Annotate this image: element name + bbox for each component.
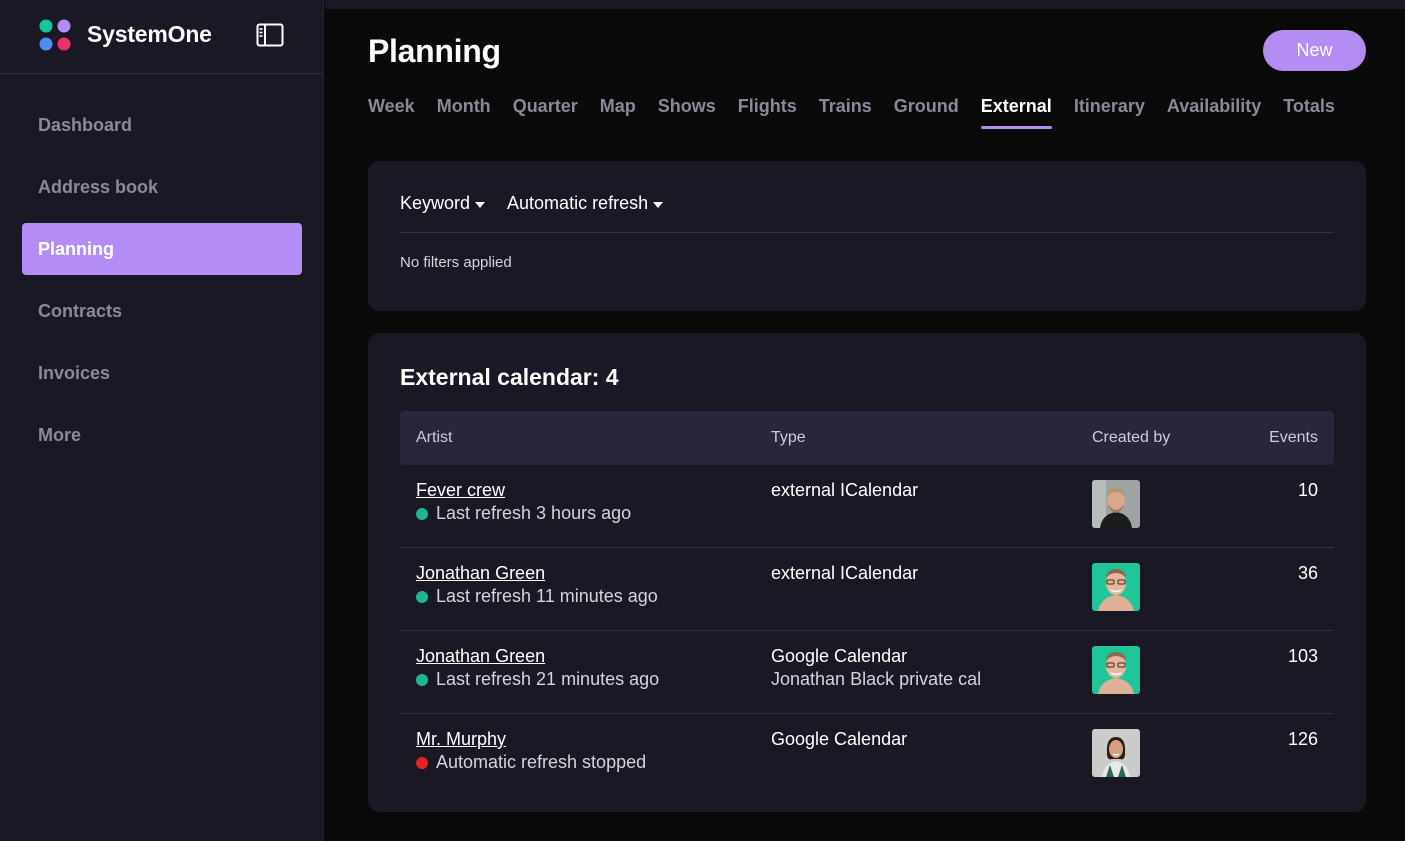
planning-tabs: Week Month Quarter Map Shows Flights Tra… <box>368 96 1357 129</box>
top-strip <box>325 0 1405 9</box>
sidebar-item-invoices[interactable]: Invoices <box>22 347 302 399</box>
artist-link[interactable]: Fever crew <box>416 480 505 501</box>
refresh-status-text: Last refresh 21 minutes ago <box>436 669 660 689</box>
table-title: External calendar: 4 <box>400 364 619 390</box>
sidebar: SystemOne Dashboard Address book Plannin… <box>0 0 324 841</box>
table-header: Artist Type Created by Events <box>400 411 1334 465</box>
status-ok-icon <box>416 507 428 520</box>
refresh-status: Last refresh 11 minutes ago <box>416 586 658 607</box>
tab-week[interactable]: Week <box>368 96 415 129</box>
filter-row: Keyword Automatic refresh <box>400 193 685 214</box>
calendar-type: Google Calendar <box>771 729 908 749</box>
caret-down-icon <box>653 201 664 208</box>
filter-card: Keyword Automatic refresh No filters app… <box>368 161 1366 311</box>
table-row: Jonathan Green Last refresh 21 minutes a… <box>400 631 1334 714</box>
column-header-created-by[interactable]: Created by <box>1092 429 1170 447</box>
tab-month[interactable]: Month <box>437 96 491 129</box>
brand-header: SystemOne <box>0 0 323 74</box>
sidebar-item-dashboard[interactable]: Dashboard <box>22 99 302 151</box>
status-error-icon <box>416 756 428 769</box>
tab-shows[interactable]: Shows <box>658 96 716 129</box>
external-calendar-card: External calendar: 4 Artist Type Created… <box>368 333 1366 812</box>
refresh-status-text: Automatic refresh stopped <box>436 752 647 772</box>
tab-flights[interactable]: Flights <box>738 96 797 129</box>
table-body: Fever crew Last refresh 3 hours ago exte… <box>400 465 1334 797</box>
sidebar-item-address-book[interactable]: Address book <box>22 161 302 213</box>
event-count: 103 <box>1287 646 1318 666</box>
brand-name: SystemOne <box>87 21 212 47</box>
status-ok-icon <box>416 590 428 603</box>
refresh-status: Automatic refresh stopped <box>416 752 646 773</box>
tab-trains[interactable]: Trains <box>819 96 872 129</box>
systemone-logo-icon[interactable] <box>38 18 72 52</box>
calendar-type: external ICalendar <box>771 563 919 583</box>
avatar <box>1092 729 1140 777</box>
calendar-type: external ICalendar <box>771 480 919 500</box>
tab-availability[interactable]: Availability <box>1167 96 1261 129</box>
caret-down-icon <box>475 201 486 208</box>
new-button[interactable]: New <box>1263 30 1366 71</box>
refresh-status-text: Last refresh 11 minutes ago <box>436 586 658 606</box>
column-header-type[interactable]: Type <box>771 429 806 447</box>
event-count: 126 <box>1287 729 1318 749</box>
artist-link[interactable]: Jonathan Green <box>416 563 545 584</box>
divider <box>400 232 1334 233</box>
event-count: 36 <box>1297 563 1318 583</box>
avatar <box>1092 646 1140 694</box>
tab-itinerary[interactable]: Itinerary <box>1074 96 1145 129</box>
sidebar-item-contracts[interactable]: Contracts <box>22 285 302 337</box>
calendar-name: Jonathan Black private cal <box>771 669 982 689</box>
app-root: SystemOne Dashboard Address book Plannin… <box>0 0 1405 841</box>
tab-totals[interactable]: Totals <box>1283 96 1335 129</box>
refresh-status-text: Last refresh 3 hours ago <box>436 503 632 523</box>
keyword-dropdown[interactable]: Keyword <box>400 193 486 214</box>
avatar <box>1092 480 1140 528</box>
column-header-events[interactable]: Events <box>1269 429 1318 447</box>
filter-status: No filters applied <box>400 254 512 271</box>
tab-map[interactable]: Map <box>600 96 636 129</box>
column-header-artist[interactable]: Artist <box>416 429 452 447</box>
sidebar-toggle-icon[interactable] <box>256 23 284 47</box>
tab-ground[interactable]: Ground <box>894 96 959 129</box>
sidebar-nav: Dashboard Address book Planning Contract… <box>22 99 302 471</box>
refresh-status: Last refresh 3 hours ago <box>416 503 631 524</box>
tab-quarter[interactable]: Quarter <box>513 96 578 129</box>
artist-link[interactable]: Mr. Murphy <box>416 729 506 750</box>
avatar <box>1092 563 1140 611</box>
refresh-status: Last refresh 21 minutes ago <box>416 669 659 690</box>
status-ok-icon <box>416 673 428 686</box>
automatic-refresh-dropdown[interactable]: Automatic refresh <box>507 193 664 214</box>
table-row: Jonathan Green Last refresh 11 minutes a… <box>400 548 1334 631</box>
tab-external[interactable]: External <box>980 96 1052 129</box>
calendar-type: Google Calendar <box>771 646 908 666</box>
event-count: 10 <box>1297 480 1318 500</box>
page-title: Planning <box>368 33 501 69</box>
table-row: Fever crew Last refresh 3 hours ago exte… <box>400 465 1334 548</box>
artist-link[interactable]: Jonathan Green <box>416 646 545 667</box>
main-content: Planning New Week Month Quarter Map Show… <box>325 0 1405 841</box>
sidebar-item-planning[interactable]: Planning <box>22 223 302 275</box>
sidebar-item-more[interactable]: More <box>22 409 302 461</box>
keyword-dropdown-label: Keyword <box>400 193 471 213</box>
table-row: Mr. Murphy Automatic refresh stopped Goo… <box>400 714 1334 797</box>
automatic-refresh-label: Automatic refresh <box>507 193 649 213</box>
